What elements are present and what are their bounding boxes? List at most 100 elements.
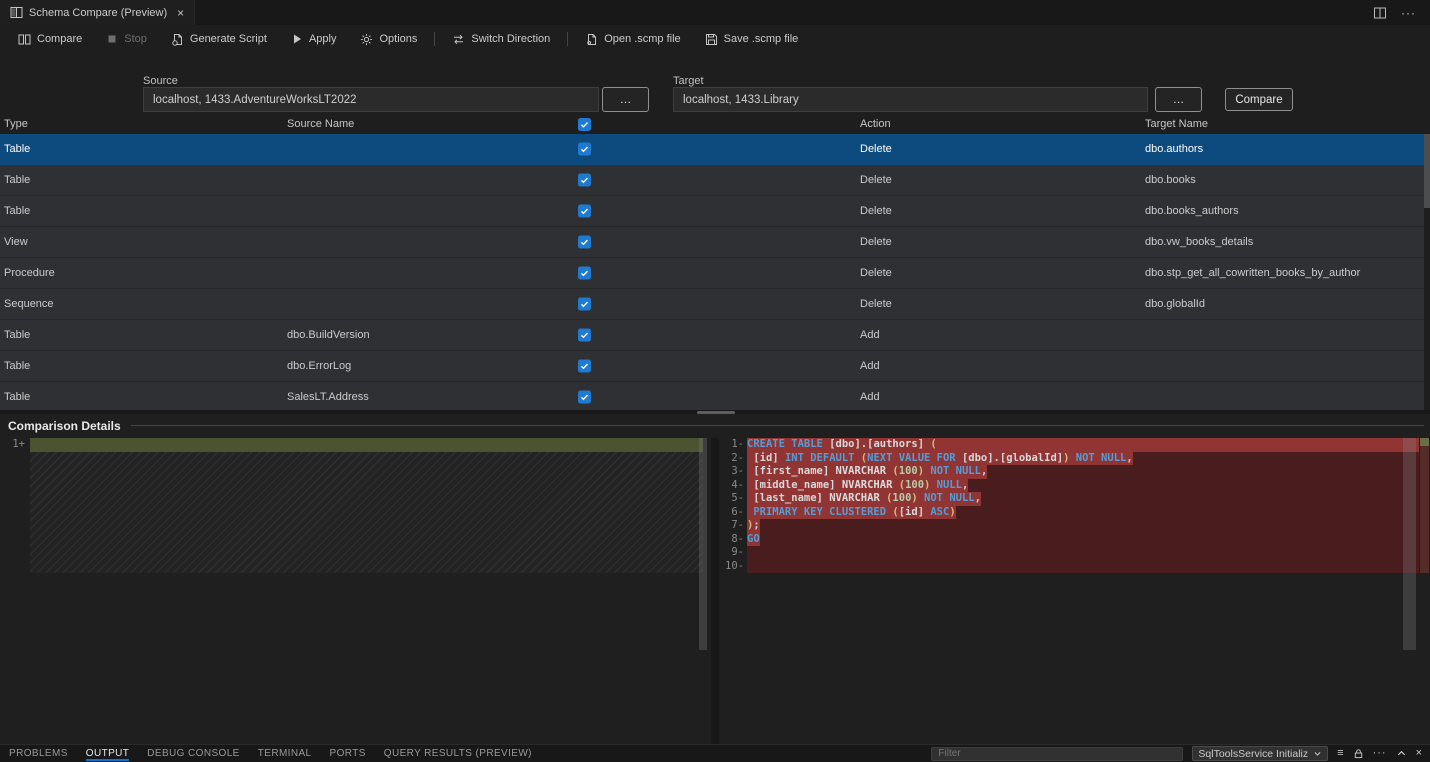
source-input[interactable] — [143, 87, 599, 112]
panel-tab-query-results[interactable]: QUERY RESULTS (PREVIEW) — [375, 745, 541, 762]
play-icon — [291, 33, 303, 45]
cell-action: Add — [860, 329, 880, 341]
tab-title: Schema Compare (Preview) — [29, 7, 167, 19]
include-checkbox[interactable] — [578, 298, 591, 311]
panel-tab-problems[interactable]: PROBLEMS — [0, 745, 77, 762]
compare-icon — [18, 33, 31, 46]
left-scrollbar-thumb[interactable] — [699, 438, 707, 650]
compare-toolbar-button[interactable]: Compare — [6, 28, 94, 50]
table-row[interactable]: Table dbo.ErrorLog Add — [0, 351, 1424, 382]
switch-direction-toolbar-button[interactable]: Switch Direction — [440, 28, 562, 50]
grid-rows: Table Delete dbo.authors Table Delete db… — [0, 134, 1424, 410]
right-scrollbar-thumb[interactable] — [1403, 438, 1416, 650]
cell-action: Delete — [860, 174, 892, 186]
include-checkbox[interactable] — [578, 329, 591, 342]
table-row[interactable]: View Delete dbo.vw_books_details — [0, 227, 1424, 258]
table-row[interactable]: Table dbo.BuildVersion Add — [0, 320, 1424, 351]
open-scmp-toolbar-button[interactable]: Open .scmp file — [573, 28, 692, 50]
options-toolbar-button[interactable]: Options — [348, 28, 429, 50]
cell-target-name: dbo.books_authors — [1145, 205, 1239, 217]
table-row[interactable]: Table Delete dbo.books_authors — [0, 196, 1424, 227]
header-rule — [131, 425, 1424, 426]
diff-left-pane[interactable]: 1+ — [0, 438, 711, 744]
lock-scroll-icon[interactable] — [1353, 748, 1364, 759]
stop-toolbar-button[interactable]: Stop — [94, 28, 159, 50]
ruler-added-mark — [1420, 438, 1429, 446]
maximize-panel-icon[interactable] — [1396, 748, 1407, 759]
toolbar-label: Save .scmp file — [724, 33, 799, 45]
code-line: 3- [first_name] NVARCHAR (100) NOT NULL, — [719, 465, 1430, 479]
close-icon[interactable]: × — [177, 6, 184, 20]
save-icon — [705, 33, 718, 46]
include-checkbox[interactable] — [578, 391, 591, 404]
cell-type: Table — [4, 205, 30, 217]
more-actions-icon[interactable]: ··· — [1401, 7, 1416, 19]
column-header-type[interactable]: Type — [4, 118, 28, 130]
output-filter-input[interactable] — [931, 747, 1183, 761]
bottom-panel-bar: PROBLEMS OUTPUT DEBUG CONSOLE TERMINAL P… — [0, 744, 1430, 762]
cell-target-name: dbo.books — [1145, 174, 1196, 186]
gear-icon — [360, 33, 373, 46]
cell-type: Table — [4, 174, 30, 186]
diff-right-pane[interactable]: 1-CREATE TABLE [dbo].[authors] (2- [id] … — [719, 438, 1430, 744]
tab-schema-compare[interactable]: Schema Compare (Preview) × — [0, 0, 195, 25]
line-number: 1+ — [0, 438, 25, 452]
diff-filler-region — [30, 452, 703, 574]
grid-scrollbar[interactable] — [1424, 134, 1430, 410]
split-editor-icon[interactable] — [1373, 6, 1387, 20]
grid-header: Type Source Name Action Target Name — [0, 116, 1430, 134]
include-checkbox[interactable] — [578, 143, 591, 156]
code-line: 2- [id] INT DEFAULT (NEXT VALUE FOR [dbo… — [719, 452, 1430, 466]
close-panel-icon[interactable]: × — [1416, 748, 1422, 759]
output-channel-select[interactable]: SqlToolsService Initializ — [1192, 746, 1328, 761]
toolbar-label: Apply — [309, 33, 337, 45]
include-checkbox[interactable] — [578, 360, 591, 373]
table-row[interactable]: Table Delete dbo.authors — [0, 134, 1424, 165]
compare-button[interactable]: Compare — [1225, 88, 1293, 111]
table-row[interactable]: Sequence Delete dbo.globalId — [0, 289, 1424, 320]
column-header-target-name[interactable]: Target Name — [1145, 118, 1208, 130]
grid-scrollbar-thumb[interactable] — [1424, 134, 1430, 208]
column-header-action[interactable]: Action — [860, 118, 891, 130]
ruler-deleted-mark — [1420, 446, 1429, 573]
target-browse-button[interactable]: … — [1155, 87, 1202, 112]
cell-type: Table — [4, 391, 30, 403]
panel-tab-terminal[interactable]: TERMINAL — [249, 745, 321, 762]
panel-tab-output[interactable]: OUTPUT — [77, 745, 139, 762]
schema-compare-toolbar: Compare Stop Generate Script Apply Optio… — [0, 25, 1430, 53]
apply-toolbar-button[interactable]: Apply — [279, 28, 349, 50]
diff-right-lines: 1-CREATE TABLE [dbo].[authors] (2- [id] … — [719, 438, 1430, 573]
table-row[interactable]: Procedure Delete dbo.stp_get_all_cowritt… — [0, 258, 1424, 289]
panel-tab-debug-console[interactable]: DEBUG CONSOLE — [138, 745, 248, 762]
include-checkbox[interactable] — [578, 205, 591, 218]
cell-type: View — [4, 236, 28, 248]
cell-source-name: dbo.ErrorLog — [287, 360, 351, 372]
stop-icon — [106, 33, 118, 45]
generate-script-toolbar-button[interactable]: Generate Script — [159, 28, 279, 50]
panel-more-actions-icon[interactable]: ··· — [1373, 748, 1387, 759]
output-channel-value: SqlToolsService Initializ — [1198, 748, 1308, 760]
column-header-source-name[interactable]: Source Name — [287, 118, 354, 130]
chevron-down-icon — [1313, 749, 1322, 758]
code-line: 10- — [719, 560, 1430, 574]
differences-grid: Type Source Name Action Target Name Tabl… — [0, 116, 1430, 410]
save-scmp-toolbar-button[interactable]: Save .scmp file — [693, 28, 811, 50]
diff-editor: 1+ 1-CREATE TABLE [dbo].[authors] (2- [i… — [0, 438, 1430, 744]
cell-target-name: dbo.authors — [1145, 143, 1203, 155]
table-row[interactable]: Table SalesLT.Address Add — [0, 382, 1424, 410]
cell-source-name: SalesLT.Address — [287, 391, 369, 403]
overview-ruler — [1419, 438, 1430, 744]
include-checkbox[interactable] — [578, 267, 591, 280]
clear-output-icon[interactable]: ≡ — [1337, 748, 1343, 759]
panel-tab-ports[interactable]: PORTS — [321, 745, 375, 762]
include-checkbox[interactable] — [578, 236, 591, 249]
source-label: Source — [143, 75, 178, 87]
cell-type: Sequence — [4, 298, 54, 310]
target-input[interactable] — [673, 87, 1148, 112]
toolbar-label: Generate Script — [190, 33, 267, 45]
source-browse-button[interactable]: … — [602, 87, 649, 112]
select-all-checkbox[interactable] — [578, 118, 591, 131]
code-line: 8-GO — [719, 533, 1430, 547]
include-checkbox[interactable] — [578, 174, 591, 187]
table-row[interactable]: Table Delete dbo.books — [0, 165, 1424, 196]
